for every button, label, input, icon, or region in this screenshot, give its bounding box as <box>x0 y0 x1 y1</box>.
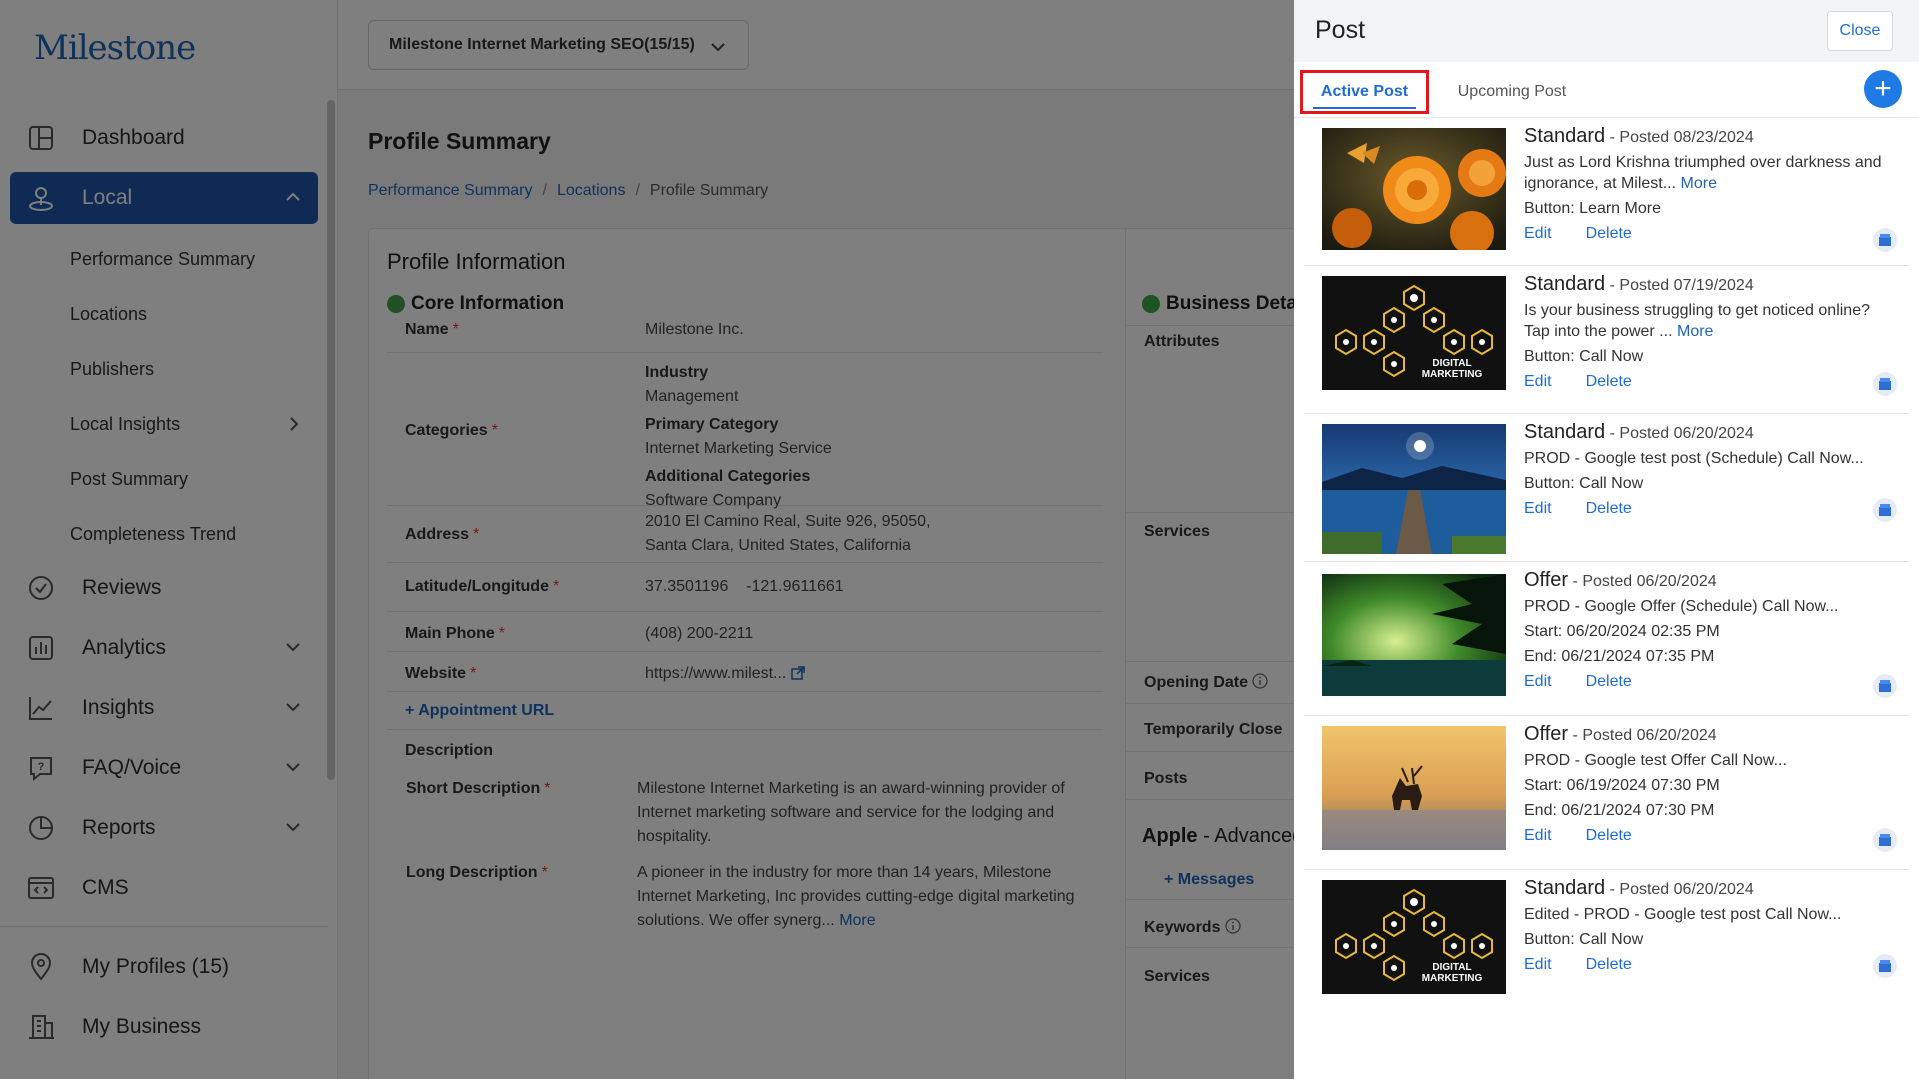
post-type: Standard <box>1524 125 1606 147</box>
tab-active-post[interactable]: Active Post <box>1300 70 1429 114</box>
delete-link[interactable]: Delete <box>1586 500 1632 517</box>
edit-link[interactable]: Edit <box>1524 225 1552 242</box>
google-business-icon <box>1873 228 1897 252</box>
post-image-deer-fog <box>1322 726 1506 850</box>
post-text: PROD - Google test post (Schedule) Call … <box>1524 450 1864 467</box>
post-info: Standard - Posted 07/19/2024 Is your bus… <box>1524 274 1899 392</box>
post-panel-header: Post Close <box>1294 0 1919 62</box>
image-text-line1: DIGITAL <box>1432 962 1471 973</box>
google-business-icon <box>1873 954 1897 978</box>
post-image-orange-flowers <box>1322 128 1506 250</box>
image-text-line2: MARKETING <box>1422 973 1483 984</box>
post-button-text: Button: Call Now <box>1524 348 1644 365</box>
post-tabs: Active Post Upcoming Post + <box>1294 62 1919 118</box>
post-panel: Post Close Active Post Upcoming Post + S… <box>1294 0 1919 1079</box>
edit-link[interactable]: Edit <box>1524 673 1552 690</box>
post-image-digital-marketing: DIGITAL MARKETING <box>1322 880 1506 994</box>
offer-start: Start: 06/19/2024 07:30 PM <box>1524 777 1720 794</box>
post-text: PROD - Google Offer (Schedule) Call Now.… <box>1524 598 1839 615</box>
post-info: Standard - Posted 06/20/2024 PROD - Goog… <box>1524 422 1899 519</box>
more-link[interactable]: More <box>1681 175 1717 192</box>
post-date: - Posted 08/23/2024 <box>1605 129 1754 146</box>
post-type: Offer <box>1524 723 1569 745</box>
post-item: DIGITAL MARKETING Standard - Posted 06/2… <box>1304 870 1909 1000</box>
edit-link[interactable]: Edit <box>1524 956 1552 973</box>
edit-link[interactable]: Edit <box>1524 373 1552 390</box>
post-date: - Posted 06/20/2024 <box>1568 573 1717 590</box>
post-text: PROD - Google test Offer Call Now... <box>1524 752 1787 769</box>
post-item: Standard - Posted 06/20/2024 PROD - Goog… <box>1304 414 1909 562</box>
google-business-icon <box>1873 828 1897 852</box>
post-date: - Posted 06/20/2024 <box>1605 881 1754 898</box>
delete-link[interactable]: Delete <box>1586 225 1632 242</box>
post-type: Standard <box>1524 273 1606 295</box>
post-type: Standard <box>1524 421 1606 443</box>
add-post-button[interactable]: + <box>1864 70 1902 108</box>
edit-link[interactable]: Edit <box>1524 500 1552 517</box>
google-business-icon <box>1873 674 1897 698</box>
offer-end: End: 06/21/2024 07:35 PM <box>1524 648 1715 665</box>
google-business-icon <box>1873 372 1897 396</box>
post-button-text: Button: Call Now <box>1524 475 1644 492</box>
modal-backdrop[interactable] <box>0 0 1294 1079</box>
offer-end: End: 06/21/2024 07:30 PM <box>1524 802 1715 819</box>
close-button[interactable]: Close <box>1827 11 1893 51</box>
post-text: Just as Lord Krishna triumphed over dark… <box>1524 154 1882 192</box>
post-info: Standard - Posted 08/23/2024 Just as Lor… <box>1524 126 1899 244</box>
post-type: Standard <box>1524 877 1606 899</box>
more-link[interactable]: More <box>1677 323 1713 340</box>
image-text-line2: MARKETING <box>1422 369 1483 380</box>
offer-start: Start: 06/20/2024 02:35 PM <box>1524 623 1720 640</box>
post-date: - Posted 06/20/2024 <box>1568 727 1717 744</box>
post-image-digital-marketing: DIGITAL MARKETING <box>1322 276 1506 390</box>
delete-link[interactable]: Delete <box>1586 373 1632 390</box>
post-text: Is your business struggling to get notic… <box>1524 302 1870 340</box>
post-type: Offer <box>1524 569 1569 591</box>
post-date: - Posted 07/19/2024 <box>1605 277 1754 294</box>
post-info: Offer - Posted 06/20/2024 PROD - Google … <box>1524 724 1899 846</box>
post-info: Offer - Posted 06/20/2024 PROD - Google … <box>1524 570 1899 692</box>
delete-link[interactable]: Delete <box>1586 673 1632 690</box>
post-item: Offer - Posted 06/20/2024 PROD - Google … <box>1304 562 1909 716</box>
post-image-lake-pier <box>1322 424 1506 554</box>
post-date: - Posted 06/20/2024 <box>1605 425 1754 442</box>
post-button-text: Button: Call Now <box>1524 931 1644 948</box>
post-item: Standard - Posted 08/23/2024 Just as Lor… <box>1304 118 1909 266</box>
image-text-line1: DIGITAL <box>1432 358 1471 369</box>
delete-link[interactable]: Delete <box>1586 956 1632 973</box>
post-button-text: Button: Learn More <box>1524 200 1661 217</box>
google-business-icon <box>1873 498 1897 522</box>
post-item: Offer - Posted 06/20/2024 PROD - Google … <box>1304 716 1909 870</box>
post-item: DIGITAL MARKETING Standard - Posted 07/1… <box>1304 266 1909 414</box>
post-image-palm-sunset <box>1322 574 1506 696</box>
edit-link[interactable]: Edit <box>1524 827 1552 844</box>
panel-title: Post <box>1315 16 1366 44</box>
post-info: Standard - Posted 06/20/2024 Edited - PR… <box>1524 878 1899 975</box>
tab-upcoming-post[interactable]: Upcoming Post <box>1444 70 1580 114</box>
post-text: Edited - PROD - Google test post Call No… <box>1524 906 1842 923</box>
delete-link[interactable]: Delete <box>1586 827 1632 844</box>
